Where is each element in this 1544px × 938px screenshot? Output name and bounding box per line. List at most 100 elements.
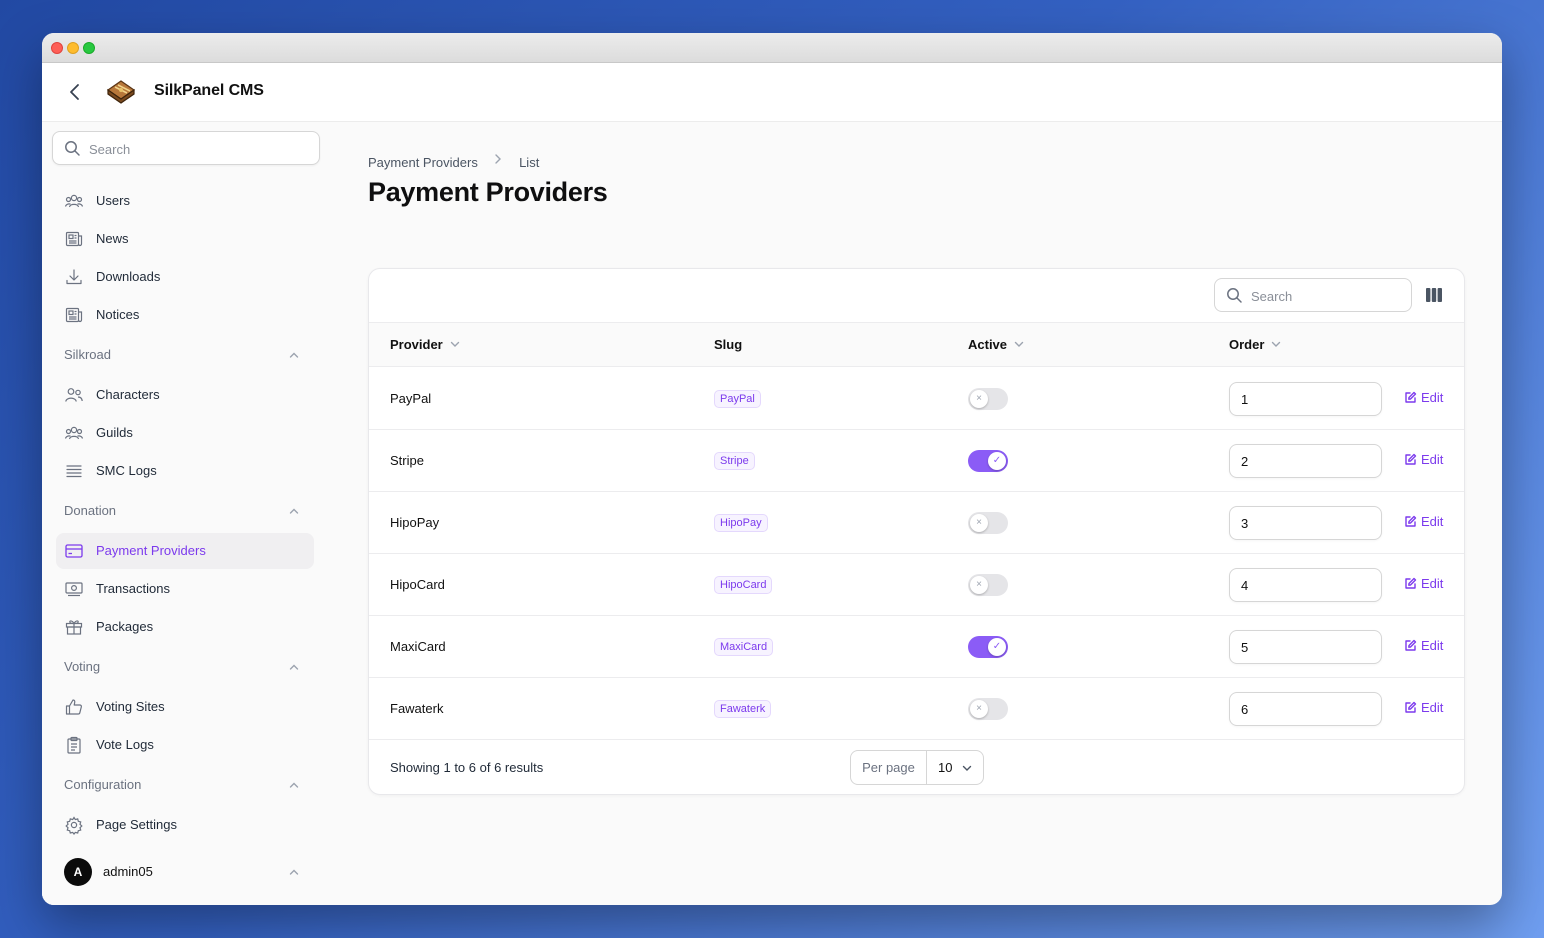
active-toggle[interactable]: × (968, 512, 1008, 534)
sidebar-item-notices[interactable]: Notices (56, 297, 314, 333)
gift-icon (65, 620, 83, 635)
list-icon (66, 465, 82, 478)
sidebar-item-label: Transactions (96, 581, 170, 596)
active-toggle[interactable]: ✓ (968, 450, 1008, 472)
edit-button[interactable]: Edit (1404, 390, 1443, 405)
active-toggle[interactable]: ✓ (968, 636, 1008, 658)
chevron-right-icon (495, 154, 502, 164)
sidebar-item-label: Guilds (96, 425, 133, 440)
sidebar-search[interactable] (52, 131, 320, 165)
order-input[interactable] (1229, 568, 1382, 602)
slug-badge: MaxiCard (714, 638, 774, 656)
sidebar-group-donation[interactable]: Donation (42, 491, 328, 531)
chevron-down-icon (1272, 341, 1281, 347)
column-header-provider[interactable]: Provider (390, 337, 461, 352)
main-content: Payment Providers List Payment Providers (368, 122, 1468, 905)
app-title: SilkPanel CMS (154, 82, 264, 99)
table-row: Fawaterk Fawaterk × Edit (369, 678, 1464, 740)
active-toggle[interactable]: × (968, 388, 1008, 410)
sidebar-item-label: Characters (96, 387, 160, 402)
provider-name: Fawaterk (390, 701, 444, 716)
download-icon (66, 269, 82, 285)
table-row: HipoCard HipoCard × Edit (369, 554, 1464, 616)
edit-button[interactable]: Edit (1404, 700, 1443, 715)
order-input[interactable] (1229, 692, 1382, 726)
provider-name: HipoCard (390, 577, 445, 592)
newspaper-icon (65, 307, 83, 323)
maximize-window-button[interactable] (83, 42, 95, 54)
pencil-square-icon (1405, 391, 1417, 403)
sidebar-item-transactions[interactable]: Transactions (56, 571, 314, 607)
order-input[interactable] (1229, 444, 1382, 478)
user-menu[interactable]: A admin05 (42, 840, 328, 905)
sidebar-item-voting-sites[interactable]: Voting Sites (56, 689, 314, 725)
pencil-square-icon (1405, 639, 1417, 651)
check-icon: ✓ (988, 638, 1006, 656)
active-toggle[interactable]: × (968, 698, 1008, 720)
chevron-down-icon (450, 341, 459, 347)
sidebar-group-label: Donation (64, 503, 117, 518)
column-header-label: Active (968, 337, 1008, 352)
sidebar-group-label: Voting (64, 659, 101, 674)
sidebar-item-payment-providers[interactable]: Payment Providers (56, 533, 314, 569)
table-header: Provider Slug Active Order (369, 323, 1464, 367)
sidebar-nav-scroll[interactable]: Administration Users News Downloads Noti… (42, 159, 328, 840)
sidebar-item-page-settings[interactable]: Page Settings (56, 807, 314, 840)
sidebar-item-downloads[interactable]: Downloads (56, 259, 314, 295)
table-search[interactable] (1214, 278, 1412, 312)
table-search-input[interactable] (1251, 286, 1401, 306)
edit-button[interactable]: Edit (1404, 452, 1443, 467)
column-header-label: Order (1229, 337, 1265, 352)
slug-badge: PayPal (714, 390, 761, 408)
sidebar-item-label: Notices (96, 307, 140, 322)
edit-label: Edit (1421, 514, 1444, 529)
per-page-select[interactable]: Per page 10 (850, 750, 984, 785)
minimize-window-button[interactable] (67, 42, 79, 54)
chevron-up-icon (289, 352, 299, 358)
sidebar-item-label: Downloads (96, 269, 161, 284)
column-header-order[interactable]: Order (1229, 337, 1282, 352)
edit-button[interactable]: Edit (1404, 638, 1443, 653)
sidebar-search-input[interactable] (89, 139, 309, 159)
chevron-up-icon (289, 508, 299, 514)
breadcrumb-parent-link[interactable]: Payment Providers (368, 155, 478, 170)
sidebar-group-silkroad[interactable]: Silkroad (42, 335, 328, 375)
banknotes-icon (65, 582, 83, 597)
edit-label: Edit (1421, 576, 1444, 591)
x-icon: × (970, 390, 988, 408)
sidebar-item-news[interactable]: News (56, 221, 314, 257)
sidebar-group-voting[interactable]: Voting (42, 647, 328, 687)
sidebar-item-users[interactable]: Users (56, 183, 314, 219)
column-header-active[interactable]: Active (968, 337, 1025, 352)
sidebar-item-smc-logs[interactable]: SMC Logs (56, 453, 314, 489)
chevron-up-icon (289, 664, 299, 670)
sidebar-item-packages[interactable]: Packages (56, 609, 314, 645)
order-input[interactable] (1229, 382, 1382, 416)
sidebar-item-label: Voting Sites (96, 699, 165, 714)
edit-button[interactable]: Edit (1404, 514, 1443, 529)
sidebar-item-characters[interactable]: Characters (56, 377, 314, 413)
sidebar-group-configuration[interactable]: Configuration (42, 765, 328, 805)
edit-button[interactable]: Edit (1404, 576, 1443, 591)
thumb-up-icon (65, 699, 82, 715)
x-icon: × (970, 576, 988, 594)
check-icon: ✓ (988, 452, 1006, 470)
per-page-label: Per page (851, 751, 927, 784)
sidebar-item-vote-logs[interactable]: Vote Logs (56, 727, 314, 763)
user-name: admin05 (103, 864, 153, 879)
chevron-left-icon[interactable] (64, 81, 86, 103)
app-window: SilkPanel CMS Administration Users (42, 33, 1502, 905)
user-group-icon (65, 388, 83, 402)
order-input[interactable] (1229, 630, 1382, 664)
order-input[interactable] (1229, 506, 1382, 540)
columns-icon[interactable] (1425, 286, 1443, 304)
sidebar-item-label: Payment Providers (96, 543, 206, 558)
edit-label: Edit (1421, 452, 1444, 467)
close-window-button[interactable] (51, 42, 63, 54)
sidebar-nav: Administration Users News Downloads Noti… (42, 159, 328, 840)
column-header-slug: Slug (714, 337, 742, 352)
active-toggle[interactable]: × (968, 574, 1008, 596)
provider-name: HipoPay (390, 515, 440, 530)
sidebar-item-label: Users (96, 193, 130, 208)
sidebar-item-guilds[interactable]: Guilds (56, 415, 314, 451)
